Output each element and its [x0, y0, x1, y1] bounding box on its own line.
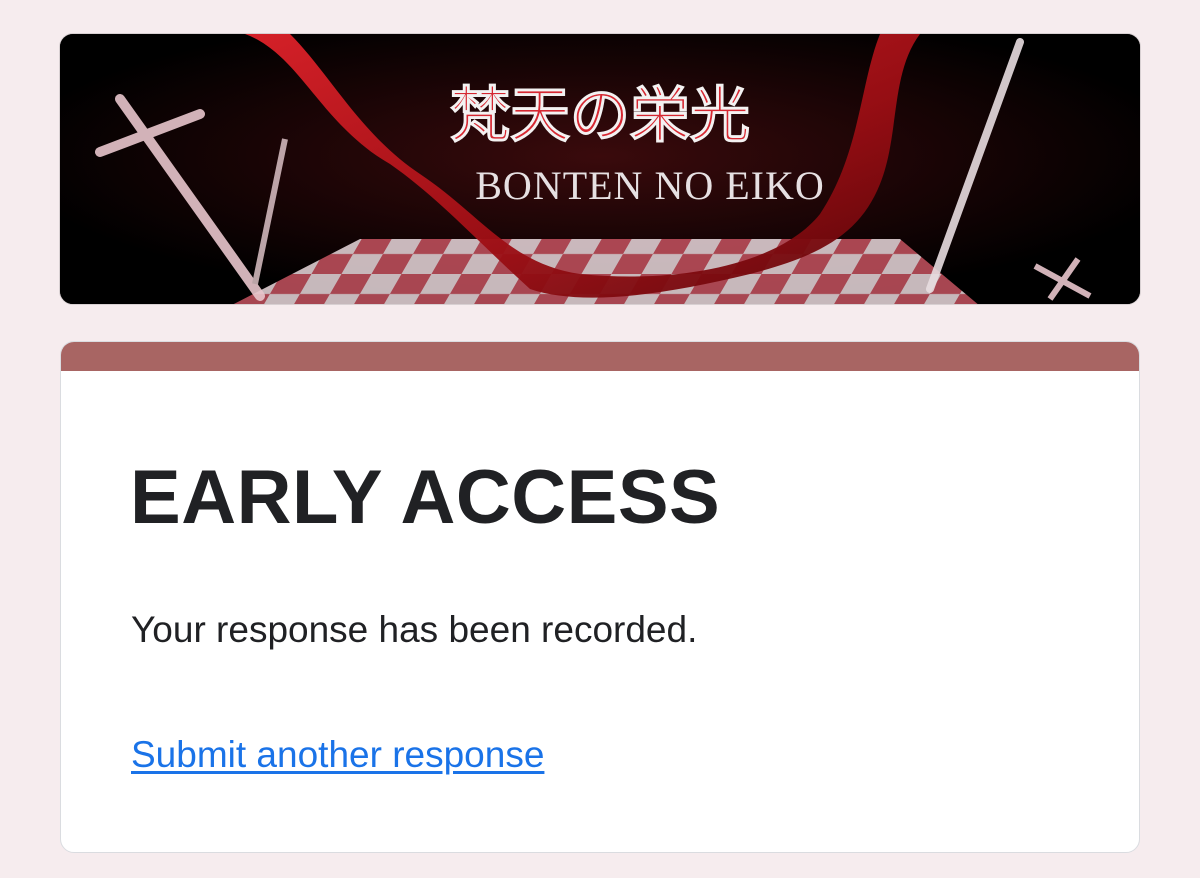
form-title: EARLY ACCESS [130, 455, 721, 540]
banner-title-jp: 梵天の栄光 [450, 81, 750, 151]
confirmation-card: EARLY ACCESS Your response has been reco… [60, 341, 1140, 853]
submit-another-response-link[interactable]: Submit another response [131, 733, 544, 777]
card-accent-bar [61, 342, 1139, 371]
header-banner-image: 梵天の栄光 BONTEN NO EIKO [59, 33, 1141, 305]
confirmation-message: Your response has been recorded. [131, 609, 698, 650]
banner-title-romaji: BONTEN NO EIKO [475, 163, 825, 208]
